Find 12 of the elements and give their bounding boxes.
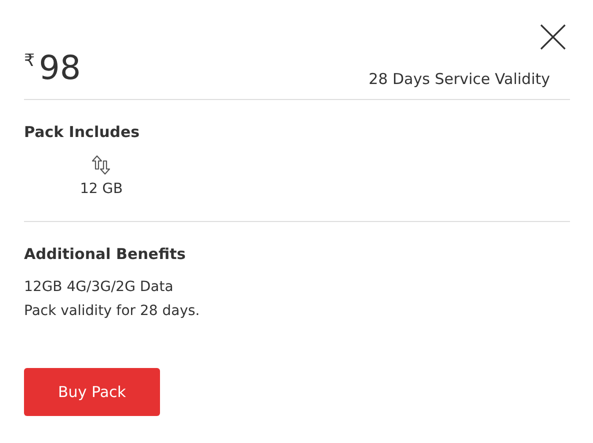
data-amount: 12 GB	[80, 181, 123, 197]
currency-symbol: ₹	[24, 51, 35, 71]
section-heading: Additional Benefits	[24, 245, 187, 263]
buy-button[interactable]: Buy Pack	[24, 368, 160, 416]
price-amount: 98	[38, 49, 81, 87]
close-button[interactable]	[540, 24, 566, 50]
benefit-text: Pack validity for 28 days.	[24, 302, 201, 321]
section-heading: Pack Includes	[24, 123, 141, 141]
arrows-up-down-icon	[91, 155, 112, 175]
validity-text: 28 Days Service Validity	[368, 70, 550, 88]
benefit-text: 12GB 4G/3G/2G Data	[24, 278, 174, 297]
close-icon	[540, 24, 566, 50]
